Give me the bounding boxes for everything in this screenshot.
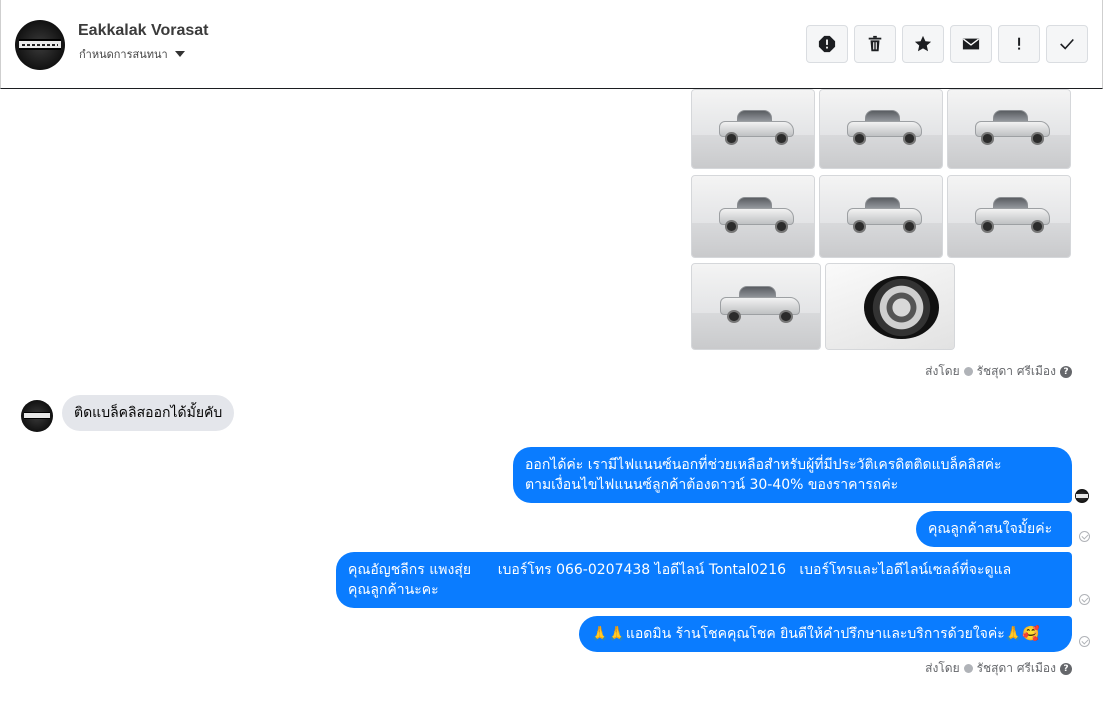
conversation-header: Eakkalak Vorasat กำหนดการสนทนา (0, 0, 1103, 89)
truck-photo[interactable] (947, 89, 1071, 169)
incoming-message[interactable]: ติดแบล็คลิสออกได้มั้ยคับ (62, 395, 235, 431)
star-icon (914, 35, 932, 52)
report-icon (818, 35, 836, 53)
report-button[interactable] (806, 25, 848, 63)
sent-status-icon (963, 367, 973, 376)
message-text: คุณลูกค้าสนใจมั้ยค่ะ (928, 521, 1053, 537)
truck-photo[interactable] (691, 89, 815, 169)
assign-conversation-dropdown[interactable]: กำหนดการสนทนา (79, 45, 185, 63)
delete-button[interactable] (854, 25, 896, 63)
star-button[interactable] (902, 25, 944, 63)
outgoing-message[interactable]: 🙏🙏แอดมิน ร้านโชคคุณโชค ยินดีให้คำปรึกษาแ… (579, 616, 1072, 652)
checkmark-icon (1060, 38, 1074, 50)
truck-photo[interactable] (691, 175, 815, 258)
important-button[interactable] (998, 25, 1040, 63)
sent-by-agent[interactable]: รัชสุดา ศรีเมือง (977, 362, 1056, 381)
message-text-line: คุณอัญชลีกร แพงสุ่ย เบอร์โทร 066-0207438… (348, 562, 1012, 578)
mark-unread-button[interactable] (950, 25, 992, 63)
sent-status-icon (963, 664, 973, 673)
help-icon[interactable]: ? (1060, 365, 1072, 378)
trash-icon (868, 35, 882, 52)
outgoing-message[interactable]: ออกได้ค่ะ เรามีไฟแนนซ์นอกที่ช่วยเหลือสำห… (513, 447, 1072, 503)
outgoing-message[interactable]: คุณอัญชลีกร แพงสุ่ย เบอร์โทร 066-0207438… (336, 552, 1072, 608)
help-icon[interactable]: ? (1060, 662, 1072, 675)
seen-avatar (1075, 489, 1089, 503)
wheel-photo[interactable] (825, 263, 955, 350)
done-button[interactable] (1046, 25, 1088, 63)
delivered-icon (1079, 531, 1090, 542)
message-text: 🙏🙏แอดมิน ร้านโชคคุณโชค ยินดีให้คำปรึกษาแ… (591, 626, 1040, 642)
incoming-message-text: ติดแบล็คลิสออกได้มั้ยคับ (74, 405, 223, 421)
delivered-icon (1079, 636, 1090, 647)
envelope-icon (962, 38, 980, 50)
truck-photo[interactable] (819, 89, 943, 169)
contact-avatar-small[interactable] (21, 400, 53, 432)
message-text-line: คุณลูกค้านะคะ (348, 582, 439, 598)
contact-name[interactable]: Eakkalak Vorasat (78, 22, 208, 40)
exclamation-icon (1018, 37, 1021, 50)
outgoing-message[interactable]: คุณลูกค้าสนใจมั้ยค่ะ (916, 511, 1072, 547)
sent-by-line: ส่งโดย รัชสุดา ศรีเมือง ? (925, 362, 1072, 381)
sent-by-prefix: ส่งโดย (925, 661, 960, 675)
contact-avatar[interactable] (15, 20, 65, 70)
sent-by-line: ส่งโดย รัชสุดา ศรีเมือง ? (925, 659, 1072, 678)
delivered-icon (1079, 594, 1090, 605)
message-text-line: ตามเงื่อนไขไฟแนนซ์ลูกค้าต้องดาวน์ 30-40%… (525, 477, 899, 493)
truck-photo[interactable] (947, 175, 1071, 258)
caret-down-icon (174, 51, 185, 57)
sent-by-prefix: ส่งโดย (925, 364, 960, 378)
truck-photo[interactable] (819, 175, 943, 258)
message-text-line: ออกได้ค่ะ เรามีไฟแนนซ์นอกที่ช่วยเหลือสำห… (525, 457, 1002, 473)
sent-by-agent[interactable]: รัชสุดา ศรีเมือง (977, 659, 1056, 678)
message-thread[interactable]: ส่งโดย รัชสุดา ศรีเมือง ? ติดแบล็คลิสออก… (0, 89, 1103, 707)
assign-label: กำหนดการสนทนา (79, 48, 168, 61)
truck-photo[interactable] (691, 263, 821, 350)
header-actions (806, 25, 1088, 63)
